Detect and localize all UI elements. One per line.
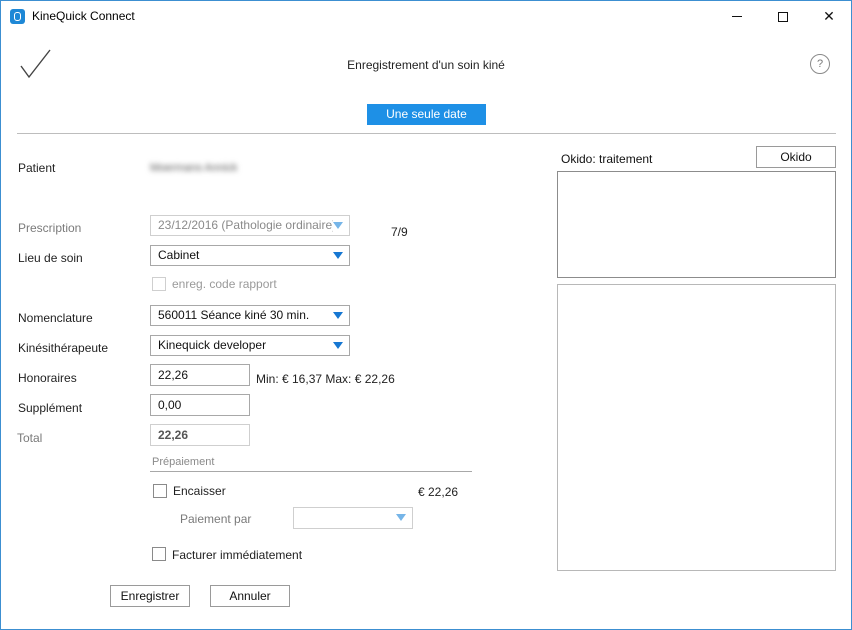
prescription-select: 23/12/2016 (Pathologie ordinaire) — [150, 215, 350, 236]
help-icon[interactable]: ? — [810, 54, 830, 74]
nomenclature-select[interactable]: 560011 Séance kiné 30 min. — [150, 305, 350, 326]
chevron-down-icon — [333, 222, 343, 229]
okido-treatment-panel[interactable] — [557, 171, 836, 278]
maximize-button[interactable] — [760, 1, 806, 32]
paiement-par-select — [293, 507, 413, 529]
cancel-button[interactable]: Annuler — [210, 585, 290, 607]
page-title: Enregistrement d'un soin kiné — [347, 58, 505, 72]
close-icon: ✕ — [823, 8, 835, 25]
code-rapport-label: enreg. code rapport — [172, 277, 277, 291]
kine-value: Kinequick developer — [158, 338, 267, 352]
encaisser-amount: € 22,26 — [418, 485, 459, 499]
honoraires-range: Min: € 16,37 Max: € 22,26 — [256, 372, 395, 386]
kine-label: Kinésithérapeute — [18, 341, 109, 355]
nomenclature-label: Nomenclature — [18, 311, 93, 325]
prescription-label: Prescription — [18, 221, 82, 235]
prepayment-section-title: Prépaiement — [152, 456, 215, 468]
honoraires-input[interactable]: 22,26 — [150, 364, 250, 386]
minimize-button[interactable] — [714, 1, 760, 32]
okido-button[interactable]: Okido — [756, 146, 836, 168]
minimize-icon — [732, 16, 742, 17]
supplement-label: Supplément — [18, 401, 83, 415]
okido-treatment-label: Okido: traitement — [561, 152, 653, 166]
encaisser-label: Encaisser — [173, 484, 226, 498]
lieu-de-soin-label: Lieu de soin — [18, 251, 83, 265]
total-label: Total — [17, 431, 43, 445]
maximize-icon — [778, 11, 788, 22]
encaisser-checkbox[interactable] — [153, 484, 167, 498]
facturer-checkbox[interactable] — [152, 547, 166, 561]
okido-detail-panel[interactable] — [557, 284, 836, 571]
chevron-down-icon — [333, 312, 343, 319]
prescription-counter: 7/9 — [391, 225, 408, 239]
app-window: KineQuick Connect ✕ Enregistrement d'un … — [0, 0, 852, 630]
paiement-par-label: Paiement par — [180, 512, 252, 526]
chevron-down-icon — [333, 342, 343, 349]
header-divider — [17, 133, 836, 134]
title-bar: KineQuick Connect ✕ — [1, 1, 851, 32]
patient-label: Patient — [18, 161, 56, 175]
prescription-value: 23/12/2016 (Pathologie ordinaire) — [158, 218, 333, 232]
honoraires-label: Honoraires — [18, 371, 77, 385]
patient-name: Moermans Annick — [150, 162, 238, 174]
total-field: 22,26 — [150, 424, 250, 446]
prepayment-divider — [150, 471, 472, 472]
facturer-label: Facturer immédiatement — [172, 548, 303, 562]
chevron-down-icon — [396, 514, 406, 521]
kine-select[interactable]: Kinequick developer — [150, 335, 350, 356]
close-button[interactable]: ✕ — [806, 1, 852, 32]
lieu-de-soin-value: Cabinet — [158, 248, 200, 262]
window-title: KineQuick Connect — [32, 9, 135, 23]
tab-single-date[interactable]: Une seule date — [367, 104, 486, 125]
save-button[interactable]: Enregistrer — [110, 585, 190, 607]
nomenclature-value: 560011 Séance kiné 30 min. — [158, 308, 310, 322]
chevron-down-icon — [333, 252, 343, 259]
lieu-de-soin-select[interactable]: Cabinet — [150, 245, 350, 266]
code-rapport-checkbox — [152, 277, 166, 291]
kinequick-app-icon — [10, 9, 25, 24]
supplement-input[interactable]: 0,00 — [150, 394, 250, 416]
